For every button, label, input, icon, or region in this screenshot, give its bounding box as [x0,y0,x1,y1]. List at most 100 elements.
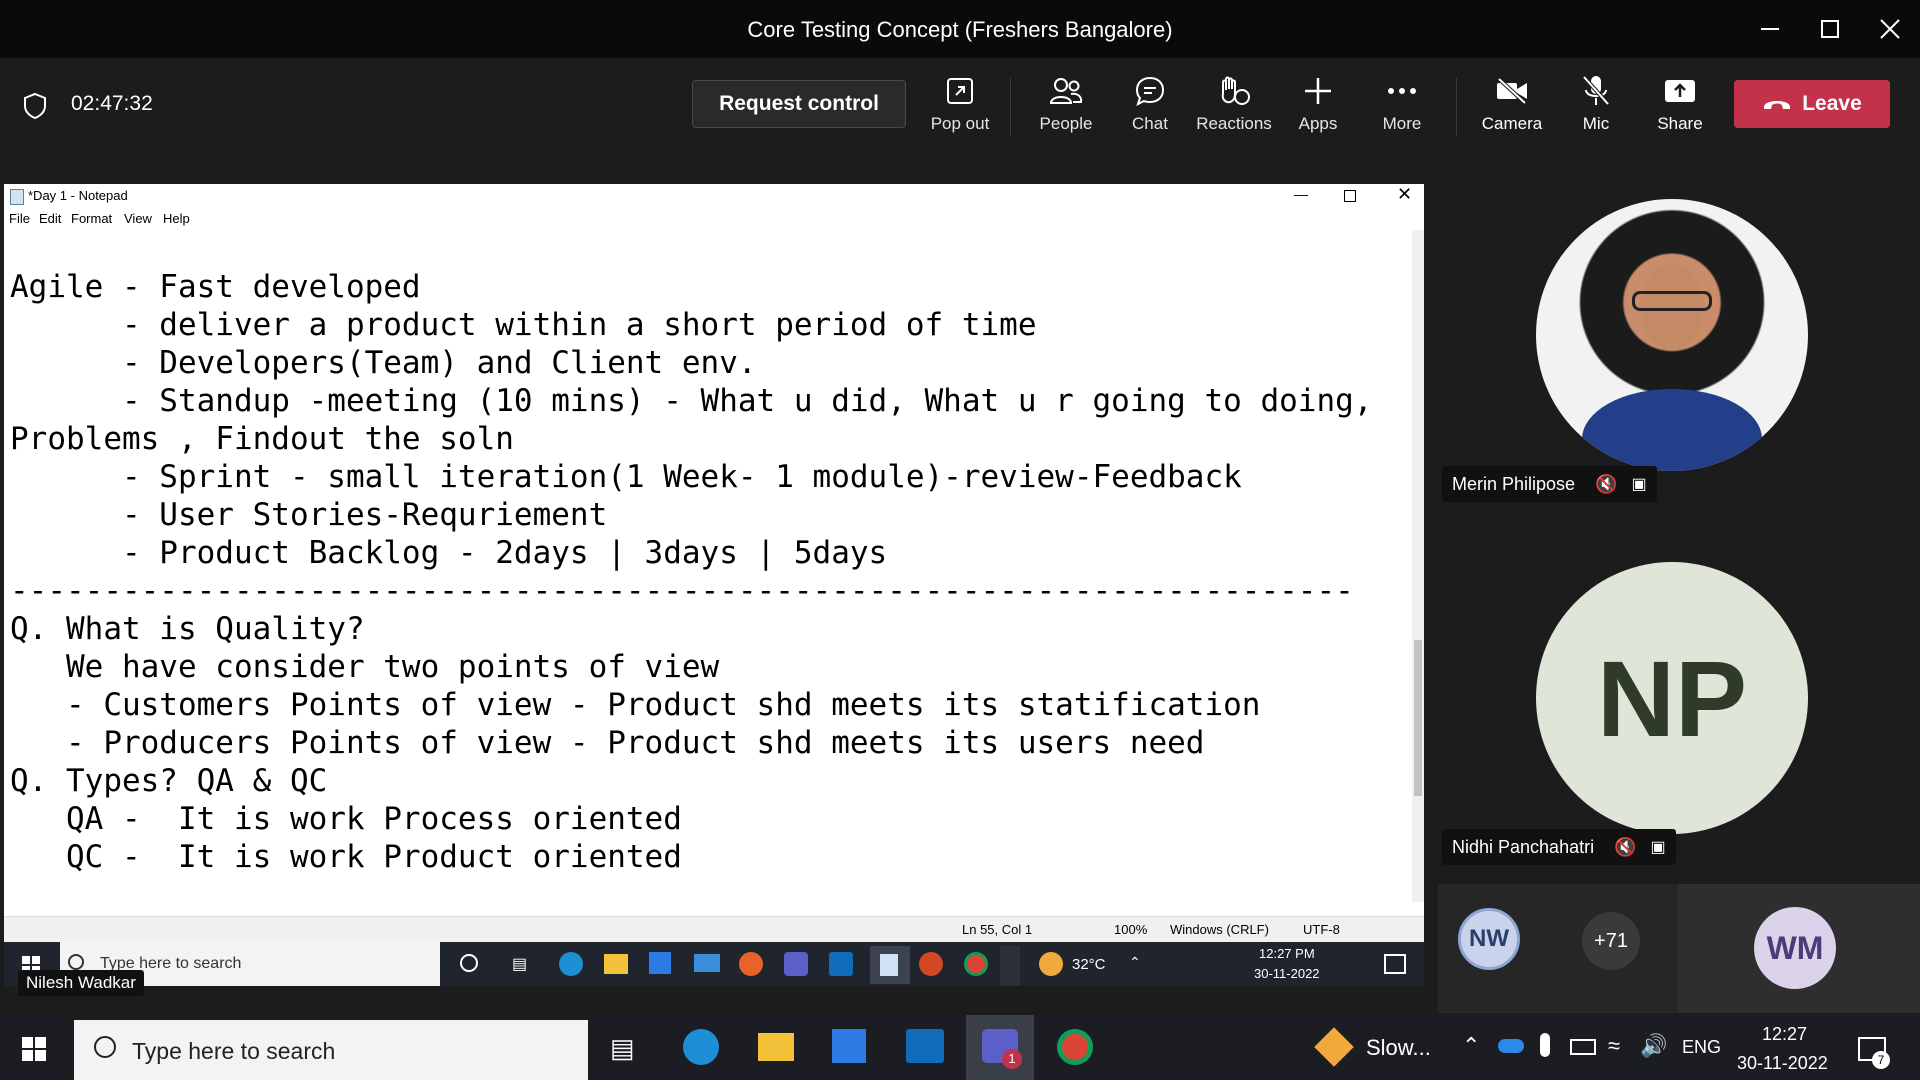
menu-edit[interactable]: Edit [39,211,61,226]
store-icon[interactable] [832,1029,866,1063]
notepad-line: Q. Types? QA & QC [10,763,328,799]
volume-icon[interactable]: 🔊 [1640,1033,1667,1059]
shared-date: 30-11-2022 [1254,966,1320,981]
onedrive-icon[interactable] [1498,1039,1524,1053]
more-participants[interactable]: +71 [1582,912,1640,970]
notification-count: 7 [1872,1051,1890,1069]
slow-label[interactable]: Slow... [1366,1035,1431,1061]
share-button[interactable]: Share [1640,72,1720,146]
close-icon [1880,19,1900,39]
teams-taskbar-item[interactable]: 1 [966,1015,1034,1080]
mail-icon[interactable] [694,954,720,972]
pop-out-icon [945,72,975,110]
share-icon [1664,72,1696,110]
scrollbar-thumb[interactable] [1414,640,1422,796]
minimize-button[interactable] [1740,0,1800,58]
participant-name: Merin Philipose [1452,473,1576,494]
search-icon [68,954,84,970]
minimize-icon [1761,28,1779,30]
close-button[interactable] [1860,0,1920,58]
chat-button[interactable]: Chat [1110,72,1190,146]
mic-icon[interactable] [1540,1033,1550,1057]
pop-out-button[interactable]: Pop out [920,72,1000,146]
more-button[interactable]: More [1362,72,1442,146]
outlook-icon[interactable] [829,952,853,976]
shared-screen: *Day 1 - Notepad — ✕ File Edit Format Vi… [4,184,1424,986]
chevron-up-icon[interactable]: ⌃ [1129,954,1141,971]
task-view-icon[interactable]: ▤ [610,1033,635,1064]
request-control-button[interactable]: Request control [692,80,906,128]
people-button[interactable]: People [1026,72,1106,146]
leave-button[interactable]: Leave [1734,80,1890,128]
participant-tile: WM [1678,884,1920,1013]
notepad-line: Agile - Fast developed [10,269,421,305]
mic-button[interactable]: Mic [1556,72,1636,146]
chat-label: Chat [1132,114,1168,133]
wifi-icon[interactable]: ≈ [1608,1033,1620,1059]
mic-off-icon [1581,72,1611,110]
encoding: UTF-8 [1303,922,1340,937]
menu-file[interactable]: File [9,211,30,226]
notepad-line: QC - It is work Product oriented [10,839,682,875]
apps-button[interactable]: Apps [1278,72,1358,146]
notepad-text-area[interactable]: Agile - Fast developed - deliver a produ… [10,268,1400,888]
participant-avatar: NP [1536,562,1808,834]
camera-button[interactable]: Camera [1472,72,1552,146]
reactions-icon [1217,72,1251,110]
people-label: People [1039,114,1093,133]
language-indicator[interactable]: ENG [1682,1037,1721,1058]
mic-label: Mic [1582,114,1610,133]
reactions-label: Reactions [1196,114,1272,133]
participant-avatar-small[interactable]: NW [1458,908,1520,970]
powerpoint-icon[interactable] [919,952,943,976]
mic-off-icon: 🔇 [1595,473,1618,494]
np-restore-icon[interactable] [1344,190,1356,202]
teams-badge: 1 [1002,1049,1022,1069]
screen-icon: ▣ [1650,839,1666,856]
firefox-icon[interactable] [739,952,763,976]
battery-icon[interactable] [1570,1039,1596,1055]
task-view-icon[interactable]: ▤ [512,954,527,974]
chrome-icon[interactable] [964,952,988,976]
edge-icon[interactable] [559,952,583,976]
notification-icon[interactable] [1384,954,1406,974]
store-icon[interactable] [649,952,671,974]
notepad-line: - Product Backlog - 2days | 3days | 5day… [10,535,888,571]
notepad-line: - Sprint - small iteration(1 Week- 1 mod… [10,459,1242,495]
taskbar-date[interactable]: 30-11-2022 [1737,1053,1828,1074]
np-close-icon[interactable]: ✕ [1397,184,1412,205]
edge-icon[interactable] [683,1029,719,1065]
notepad-taskbar-item[interactable] [870,946,910,984]
file-explorer-icon[interactable] [604,954,628,974]
teams-icon[interactable] [784,952,808,976]
np-minimize-icon[interactable]: — [1294,186,1308,202]
notepad-scrollbar[interactable] [1412,230,1424,902]
outlook-icon[interactable] [906,1029,944,1063]
notepad-line: - Standup -meeting (10 mins) - What u di… [10,383,1373,419]
camera-off-icon [1495,72,1529,110]
menu-help[interactable]: Help [163,211,190,226]
chrome-icon[interactable] [1057,1029,1093,1065]
taskbar-time[interactable]: 12:27 [1762,1024,1807,1045]
menu-view[interactable]: View [124,211,152,226]
file-explorer-icon[interactable] [758,1033,794,1061]
taskbar-search-box[interactable]: Type here to search [74,1020,588,1080]
line-ending: Windows (CRLF) [1170,922,1269,937]
participant-strip: NW +71 WM [1438,884,1920,1013]
taskbar-search-placeholder: Type here to search [132,1038,336,1064]
leave-label: Leave [1802,92,1862,115]
reactions-button[interactable]: Reactions [1194,72,1274,146]
notepad-status-bar: Ln 55, Col 1 100% Windows (CRLF) UTF-8 [4,916,1424,943]
maximize-button[interactable] [1800,0,1860,58]
chevron-up-icon[interactable]: ⌃ [1462,1033,1480,1059]
notepad-menu-bar: File Edit Format View Help [4,208,1424,230]
cortana-icon[interactable] [460,954,478,972]
scroll-arrows[interactable] [1000,946,1020,986]
notepad-line: Q. What is Quality? [10,611,365,647]
shield-icon [22,92,48,125]
notepad-line: - Producers Points of view - Product shd… [10,725,1205,761]
search-icon [94,1036,116,1058]
menu-format[interactable]: Format [71,211,112,226]
windows-start-icon[interactable] [22,1037,46,1066]
notepad-app-icon [10,189,24,205]
